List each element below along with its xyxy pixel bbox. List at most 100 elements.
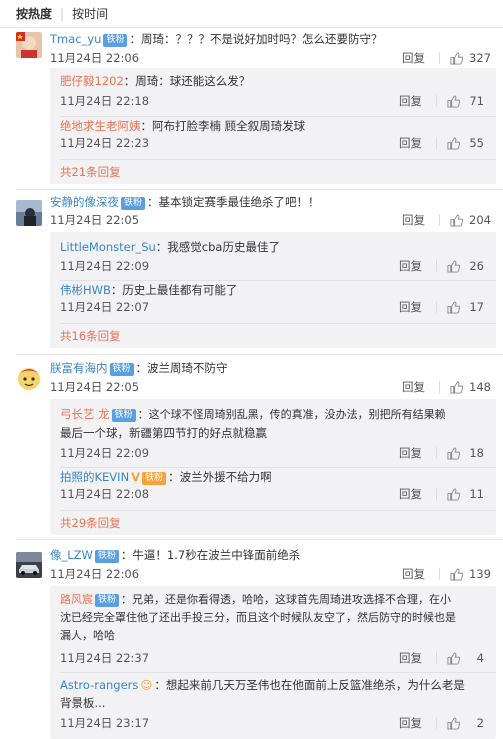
action-divider: [436, 260, 437, 272]
reply-text: 路风宸 铁粉 ：兄弟，还是你看得透，哈哈，这球首先周琦进攻选择不合理，在小沈已经完全…: [60, 591, 486, 645]
reply-item: 拍照的KEVIN V 铁粉 ：波兰外援不给力啊 11月24日 22:08 回复 11: [50, 468, 496, 510]
reply-button[interactable]: 回复: [402, 50, 425, 66]
comment-item: 朕富有海内 铁粉 ：波兰周琦不防守 11月24日 22:05 回复 148 弓长艺 …: [0, 355, 503, 540]
action-divider: [439, 381, 441, 393]
reply-actions: 回复 55: [399, 135, 484, 151]
like-button[interactable]: 26: [447, 259, 484, 273]
like-button[interactable]: 18: [447, 446, 484, 460]
more-replies-link[interactable]: 共21条回复: [60, 164, 121, 180]
sort-by-hot-tab[interactable]: 按热度: [16, 5, 52, 22]
avatar[interactable]: [16, 200, 42, 226]
vip-icon: V: [131, 470, 141, 484]
reply-body: ：周琦：球还能这么发？: [123, 74, 251, 88]
like-button[interactable]: 139: [450, 567, 491, 581]
reply-button[interactable]: 回复: [399, 258, 422, 274]
comment-text: 像_LZW 铁粉 ：牛逼！1.7秒在波兰中锋面前绝杀: [50, 546, 491, 564]
reply-time: 11月24日 22:07: [60, 300, 150, 314]
avatar[interactable]: [16, 365, 42, 391]
reply-text: 弓长艺 龙铁粉 ：这个球不怪周琦别乱黑，传的真准，没办法，别把所有结果赖 最后一个球…: [60, 405, 486, 442]
reply-list: 弓长艺 龙铁粉 ：这个球不怪周琦别乱黑，传的真准，没办法，别把所有结果赖 最后一个球…: [50, 399, 496, 535]
like-button[interactable]: 11: [447, 487, 484, 501]
avatar[interactable]: [16, 552, 42, 578]
like-button[interactable]: 71: [447, 94, 484, 108]
action-divider: [436, 652, 437, 664]
comment-username[interactable]: 安静的像深夜: [50, 195, 119, 209]
sort-separator: |: [60, 6, 65, 21]
reply-username[interactable]: 弓长艺 龙: [60, 407, 110, 421]
reply-item: 弓长艺 龙铁粉 ：这个球不怪周琦别乱黑，传的真准，没办法，别把所有结果赖 最后一个球…: [50, 399, 496, 465]
sort-by-time-tab[interactable]: 按时间: [72, 5, 108, 22]
reply-actions: 回复 26: [399, 258, 484, 274]
more-replies-link[interactable]: 共16条回复: [60, 328, 121, 344]
thumbs-up-icon: [450, 51, 464, 65]
action-divider: [436, 717, 437, 729]
like-button[interactable]: 204: [450, 213, 491, 227]
reply-button[interactable]: 回复: [399, 715, 422, 731]
reply-button[interactable]: 回复: [399, 486, 422, 502]
reply-item: LittleMonster_Su：我感觉cba历史最佳了 11月24日 22:0…: [50, 232, 496, 280]
comment-actions: 回复 148: [402, 379, 491, 395]
more-replies-link[interactable]: 共29条回复: [60, 515, 121, 531]
comment-text: Tmac_yu 铁粉 ：周琦：？？？不是说好加时吗？怎么还要防守？: [50, 30, 491, 48]
reply-username[interactable]: 绝地求生老阿姨: [60, 119, 141, 133]
like-count: 18: [469, 446, 484, 460]
reply-button[interactable]: 回复: [399, 650, 422, 666]
comment-item: Tmac_yu 铁粉 ：周琦：？？？不是说好加时吗？怎么还要防守？ 11月24日 2…: [0, 28, 503, 190]
avatar[interactable]: [16, 32, 42, 58]
like-button[interactable]: 327: [450, 51, 491, 65]
like-count: 55: [469, 136, 484, 150]
thumbs-up-icon: [447, 136, 460, 150]
like-count: 17: [469, 300, 484, 314]
reply-button[interactable]: 回复: [399, 445, 422, 461]
reply-username[interactable]: Astro-rangers: [60, 678, 138, 692]
reply-body: ：这个球不怪周琦别乱黑，传的真准，没办法，别把所有结果赖: [137, 408, 446, 421]
thumbs-up-icon: [447, 300, 460, 314]
reply-button[interactable]: 回复: [402, 566, 425, 582]
reply-button[interactable]: 回复: [399, 93, 422, 109]
comment-username[interactable]: 朕富有海内: [50, 361, 108, 375]
thumbs-up-icon: [450, 380, 464, 394]
like-count: 148: [469, 380, 491, 394]
like-button[interactable]: 148: [450, 380, 491, 394]
action-divider: [439, 52, 441, 64]
like-button[interactable]: 4: [447, 651, 484, 665]
reply-item: 伟彬HWB：历史上最佳都有可能了 11月24日 22:07 回复 17: [50, 281, 496, 323]
reply-username[interactable]: 伟彬HWB: [60, 283, 111, 297]
thumbs-up-icon: [447, 446, 460, 460]
like-button[interactable]: 2: [447, 716, 484, 730]
reply-list: 肥仔毅1202：周琦：球还能这么发？ 11月24日 22:18 回复 71 绝地…: [50, 68, 496, 184]
like-count: 139: [469, 567, 491, 581]
reply-button[interactable]: 回复: [402, 379, 425, 395]
reply-body-line2: 沈已经完全罩住他了还出手投三分，而且这个时候队友空了，然后防守的时候也是: [60, 611, 456, 624]
action-divider: [436, 488, 437, 500]
comment-username[interactable]: Tmac_yu: [50, 32, 101, 46]
reply-time: 11月24日 22:18: [60, 94, 150, 108]
reply-time: 11月24日 23:17: [60, 716, 150, 730]
reply-body: ：想起来前几天万圣伟也在他面前上反篮准绝杀，为什么老是: [154, 678, 465, 692]
reply-username[interactable]: 拍照的KEVIN: [60, 470, 129, 484]
comment-text: 朕富有海内 铁粉 ：波兰周琦不防守: [50, 359, 491, 377]
reply-time: 11月24日 22:08: [60, 487, 150, 501]
thumbs-up-icon: [450, 213, 464, 227]
comment-time: 11月24日 22:05: [50, 213, 140, 227]
reply-text: 绝地求生老阿姨：阿布打脸李楠 顾全叙周琦发球: [60, 117, 486, 135]
reply-text: 拍照的KEVIN V 铁粉 ：波兰外援不给力啊: [60, 468, 486, 486]
fan-badge: 铁粉: [95, 594, 120, 607]
reply-username[interactable]: 路风宸: [60, 593, 93, 606]
reply-username[interactable]: 肥仔毅1202: [60, 74, 124, 88]
comment-username[interactable]: 像_LZW: [50, 548, 93, 562]
reply-body: ：兄弟，还是你看得透，哈哈，这球首先周琦进攻选择不合理，在小: [121, 593, 452, 606]
action-divider: [436, 95, 437, 107]
reply-body: ：我感觉cba历史最佳了: [155, 240, 280, 254]
reply-button[interactable]: 回复: [399, 299, 422, 315]
reply-button[interactable]: 回复: [399, 135, 422, 151]
comment-item: 像_LZW 铁粉 ：牛逼！1.7秒在波兰中锋面前绝杀 11月24日 22:06 回复…: [0, 540, 503, 739]
reply-time: 11月24日 22:37: [60, 651, 150, 665]
like-button[interactable]: 55: [447, 136, 484, 150]
like-button[interactable]: 17: [447, 300, 484, 314]
reply-item: Astro-rangers ☺ ：想起来前几天万圣伟也在他面前上反篮准绝杀，为什么老…: [50, 673, 496, 739]
sort-bar: 按热度 | 按时间: [0, 0, 503, 28]
reply-button[interactable]: 回复: [402, 212, 425, 228]
comment-body: ：基本锁定赛季最佳绝杀了吧！！: [147, 195, 320, 209]
reply-username[interactable]: LittleMonster_Su: [60, 240, 156, 254]
